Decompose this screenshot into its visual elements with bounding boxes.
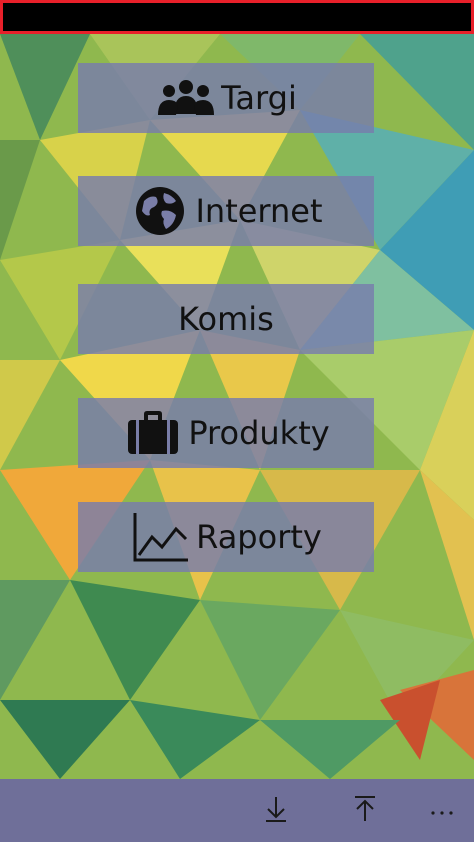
internet-button[interactable]: Internet [78, 176, 374, 246]
produkty-label: Produkty [188, 414, 330, 452]
komis-label: Komis [178, 300, 274, 338]
app-bar [0, 779, 474, 842]
globe-icon [129, 185, 191, 237]
download-icon [264, 795, 288, 827]
upload-button[interactable] [345, 791, 385, 831]
internet-label: Internet [195, 192, 323, 230]
group-users-icon [155, 72, 217, 124]
komis-button[interactable]: Komis [78, 284, 374, 354]
status-bar [0, 0, 474, 34]
briefcase-icon [122, 407, 184, 459]
upload-icon [353, 795, 377, 827]
raporty-button[interactable]: Raporty [78, 502, 374, 572]
targi-label: Targi [221, 79, 297, 117]
produkty-button[interactable]: Produkty [78, 398, 374, 468]
line-chart-icon [130, 511, 192, 563]
more-button[interactable] [422, 791, 462, 831]
download-button[interactable] [256, 791, 296, 831]
targi-button[interactable]: Targi [78, 63, 374, 133]
more-icon [430, 802, 454, 821]
raporty-label: Raporty [196, 518, 322, 556]
